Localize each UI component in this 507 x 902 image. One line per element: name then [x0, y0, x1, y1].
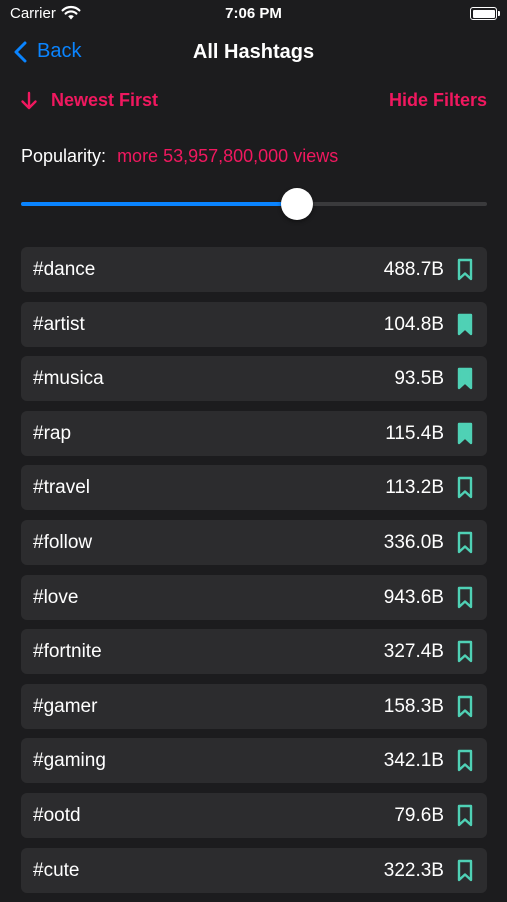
- bookmark-icon[interactable]: [457, 258, 473, 281]
- hashtag-row[interactable]: #artist 104.8B: [21, 301, 487, 347]
- slider-thumb[interactable]: [281, 188, 314, 220]
- hashtag-row[interactable]: #ootd 79.6B: [21, 792, 487, 838]
- hashtag-name: #cute: [33, 859, 80, 881]
- hashtag-name: #artist: [33, 313, 85, 335]
- popularity-slider[interactable]: [21, 186, 487, 222]
- hashtag-name: #love: [33, 586, 79, 608]
- hashtag-name: #ootd: [33, 804, 81, 826]
- arrow-down-icon: [21, 91, 37, 109]
- clock: 7:06 PM: [225, 5, 282, 22]
- hashtag-views: 336.0B: [383, 531, 444, 553]
- hashtag-views: 93.5B: [394, 368, 444, 390]
- sort-button[interactable]: Newest First: [20, 90, 158, 111]
- hashtag-name: #musica: [33, 368, 104, 390]
- sort-bar: Newest First Hide Filters: [0, 84, 507, 120]
- bookmark-icon[interactable]: [457, 640, 473, 663]
- hide-filters-button[interactable]: Hide Filters: [389, 90, 487, 111]
- slider-fill: [21, 202, 298, 206]
- hashtag-row[interactable]: #fortnite 327.4B: [21, 629, 487, 675]
- battery-icon: [470, 7, 500, 20]
- hashtag-name: #follow: [33, 531, 93, 553]
- hashtag-name: #gaming: [33, 750, 106, 772]
- bookmark-icon[interactable]: [457, 476, 473, 499]
- hashtag-row[interactable]: #dance 488.7B: [21, 247, 487, 292]
- hashtag-row[interactable]: #gaming 342.1B: [21, 738, 487, 784]
- bookmark-icon[interactable]: [457, 695, 473, 718]
- status-bar: Carrier 7:06 PM: [0, 0, 507, 28]
- hashtag-row[interactable]: #follow 336.0B: [21, 519, 487, 565]
- hashtag-row[interactable]: #rap 115.4B: [21, 410, 487, 456]
- hashtag-views: 327.4B: [383, 641, 444, 663]
- bookmark-icon[interactable]: [457, 531, 473, 554]
- hashtag-views: 322.3B: [383, 859, 444, 881]
- hashtag-row[interactable]: #cute 322.3B: [21, 847, 487, 893]
- hashtag-views: 79.6B: [394, 804, 444, 826]
- hashtag-views: 342.1B: [383, 750, 444, 772]
- hashtag-views: 115.4B: [385, 422, 444, 444]
- hashtag-views: 104.8B: [383, 313, 444, 335]
- hashtag-name: #dance: [33, 259, 96, 280]
- bookmark-icon[interactable]: [457, 749, 473, 772]
- sort-label: Newest First: [51, 90, 159, 110]
- popularity-value: more 53,957,800,000 views: [117, 146, 339, 166]
- bookmark-filled-icon[interactable]: [457, 313, 473, 336]
- hashtag-views: 488.7B: [383, 259, 444, 280]
- popularity-label: Popularity:: [21, 146, 107, 166]
- page-title: All Hashtags: [192, 41, 315, 63]
- hashtag-name: #travel: [33, 477, 91, 499]
- bookmark-icon[interactable]: [457, 586, 473, 609]
- hashtag-list: #dance 488.7B #artist 104.8B #musica 93.5B #ra…: [21, 247, 487, 902]
- hashtag-views: 113.2B: [385, 477, 444, 499]
- hashtag-row[interactable]: #gamer 158.3B: [21, 683, 487, 729]
- bookmark-icon[interactable]: [457, 859, 473, 882]
- bookmark-filled-icon[interactable]: [457, 367, 473, 390]
- hashtag-row[interactable]: #love 943.6B: [21, 574, 487, 620]
- hashtag-row[interactable]: #musica 93.5B: [21, 356, 487, 402]
- hashtag-name: #fortnite: [33, 641, 102, 663]
- navigation-bar: Back All Hashtags: [0, 28, 507, 78]
- bookmark-filled-icon[interactable]: [457, 422, 473, 445]
- hashtag-name: #gamer: [33, 695, 98, 717]
- bookmark-icon[interactable]: [457, 804, 473, 827]
- hashtag-row[interactable]: #travel 113.2B: [21, 465, 487, 511]
- hashtag-views: 943.6B: [383, 586, 444, 608]
- popularity-row: Popularity: more 53,957,800,000 views: [21, 146, 338, 167]
- hashtag-views: 158.3B: [383, 695, 444, 717]
- hashtag-name: #rap: [33, 422, 72, 444]
